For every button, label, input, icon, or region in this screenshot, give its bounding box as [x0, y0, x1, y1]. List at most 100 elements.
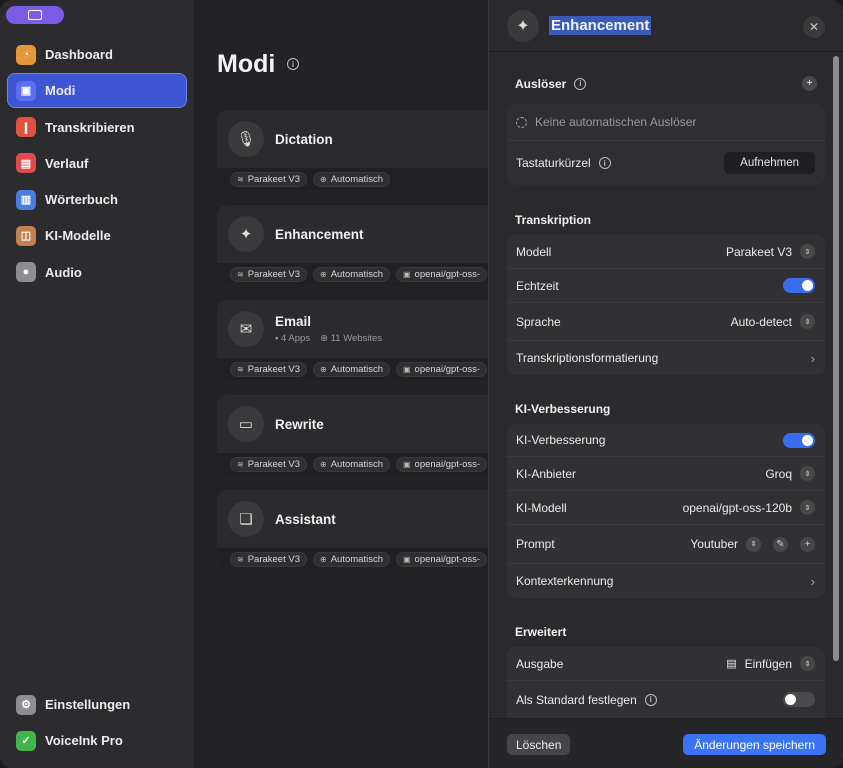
sidebar-item-woerterbuch[interactable]: ▥ Wörterbuch — [8, 183, 186, 216]
apps-count: ▪ 4 Apps — [275, 333, 311, 344]
websites-count: ⊕ 11 Websites — [320, 333, 383, 344]
formatting-row[interactable]: Transkriptionsformatierung › — [507, 341, 825, 375]
sidebar-item-label: Audio — [45, 264, 82, 280]
scrollbar[interactable] — [833, 56, 839, 661]
sidebar-item-modi[interactable]: ▣ Modi — [7, 73, 187, 109]
close-button[interactable]: ✕ — [803, 16, 825, 38]
sidebar-item-transkribieren[interactable]: ❙ Transkribieren — [8, 111, 186, 144]
info-icon[interactable]: i — [574, 77, 587, 90]
info-icon[interactable]: i — [287, 58, 299, 70]
language-select[interactable]: Auto-detect ⇕ — [731, 314, 815, 329]
record-shortcut-button[interactable]: Aufnehmen — [724, 152, 815, 174]
realtime-toggle[interactable] — [783, 278, 815, 293]
output-select[interactable]: ▤ Einfügen ⇕ — [726, 656, 815, 671]
add-prompt-button[interactable]: + — [800, 536, 815, 552]
language-chip: ⊕ Automatisch — [313, 171, 390, 187]
default-toggle[interactable] — [783, 692, 815, 707]
triggers-group: Keine automatischen Auslöser Tastaturkür… — [507, 104, 825, 185]
context-row[interactable]: Kontexterkennung › — [507, 564, 825, 598]
ai-model-chip: ▣ openai/gpt-oss- — [395, 456, 488, 472]
ai-provider-select[interactable]: Groq ⇕ — [765, 466, 815, 481]
dictionary-icon: ▥ — [16, 189, 36, 210]
language-row: Sprache Auto-detect ⇕ — [507, 303, 825, 341]
mic-icon: ● — [16, 262, 36, 283]
mode-card-assistant[interactable]: ❏ Assistant ≋ Parakeet V3 ⊕ Automatisch ▣ o… — [217, 490, 507, 570]
sidebar-item-ki-modelle[interactable]: ◫ KI-Modelle — [8, 219, 186, 252]
sidebar: ◔ Dashboard ▣ Modi ❙ Transkribieren ▤ Ve… — [0, 0, 195, 768]
mode-name: Dictation — [275, 131, 333, 147]
envelope-icon: ✉ — [228, 311, 264, 347]
modes-list-pane: Modi i 🎙 Dictation ≋ Parakeet V3 ⊕ Automat… — [196, 0, 507, 768]
mode-card-enhancement[interactable]: ✦ Enhancement ≋ Parakeet V3 ⊕ Automatisch … — [217, 205, 507, 285]
sidebar-item-verlauf[interactable]: ▤ Verlauf — [8, 147, 186, 180]
pencil-icon: ✎ — [776, 538, 785, 550]
sidebar-item-einstellungen[interactable]: ⚙ Einstellungen — [8, 688, 186, 721]
sidebar-item-label: Dashboard — [45, 47, 113, 62]
edit-prompt-button[interactable]: ✎ — [773, 536, 788, 552]
mode-card-rewrite[interactable]: ▭ Rewrite ≋ Parakeet V3 ⊕ Automatisch ▣ ope… — [217, 395, 507, 475]
model-label: Modell — [516, 244, 552, 259]
chip-icon: ▣ — [402, 459, 411, 469]
waveform-icon: ≋ — [237, 174, 244, 184]
ai-model-chip: ▣ openai/gpt-oss- — [395, 361, 488, 377]
add-trigger-button[interactable]: + — [802, 76, 817, 91]
sidebar-item-dashboard[interactable]: ◔ Dashboard — [8, 38, 186, 71]
globe-icon: ⊕ — [320, 364, 327, 374]
chat-bubble-icon: ▭ — [228, 406, 264, 442]
mode-card-dictation[interactable]: 🎙 Dictation ≋ Parakeet V3 ⊕ Automatisch — [217, 110, 507, 190]
globe-icon: ⊕ — [320, 554, 327, 564]
sidebar-item-voiceink-pro[interactable]: ✓ VoiceInk Pro — [8, 724, 186, 757]
mic-icon: 🎙 — [228, 121, 264, 157]
chevron-updown-icon: ⇕ — [800, 466, 815, 481]
delete-button[interactable]: Löschen — [507, 734, 571, 755]
info-icon[interactable]: i — [598, 157, 611, 169]
ai-model-select[interactable]: openai/gpt-oss-120b ⇕ — [683, 500, 815, 515]
mode-name: Email — [275, 314, 312, 329]
section-title: Erweitert — [515, 625, 567, 639]
mode-name: Rewrite — [275, 416, 324, 432]
section-title: KI-Verbesserung — [515, 402, 611, 416]
ai-model-chip: ▣ openai/gpt-oss- — [395, 266, 488, 282]
ai-model-row: KI-Modell openai/gpt-oss-120b ⇕ — [507, 491, 825, 525]
chevron-updown-icon: ⇕ — [800, 500, 815, 515]
sparkle-icon: ✦ — [228, 216, 264, 252]
ai-model-label: KI-Modell — [516, 500, 567, 515]
chip-icon: ▣ — [402, 554, 411, 564]
language-chip: ⊕ Automatisch — [313, 456, 390, 472]
chip-icon: ▣ — [402, 364, 411, 374]
ai-enable-row: KI-Verbesserung — [507, 424, 825, 457]
sidebar-item-label: Transkribieren — [45, 119, 135, 135]
mode-card-email[interactable]: ✉ Email ▪ 4 Apps ⊕ 11 Websites ≋ Parakeet… — [217, 300, 507, 380]
sidebar-item-label: Einstellungen — [45, 697, 131, 712]
chip-icon: ▣ — [402, 269, 411, 279]
shortcut-label: Tastaturkürzel — [516, 156, 591, 170]
prompt-select[interactable]: Youtuber ⇕ — [690, 536, 761, 552]
gear-icon: ⚙ — [16, 694, 36, 715]
ai-model-chip: ▣ openai/gpt-oss- — [395, 551, 488, 567]
app-window: ◔ Dashboard ▣ Modi ❙ Transkribieren ▤ Ve… — [0, 0, 843, 768]
info-icon[interactable]: i — [644, 693, 657, 706]
advanced-group: Ausgabe ▤ Einfügen ⇕ Als Standard festlege… — [507, 647, 825, 718]
ai-models-icon: ◫ — [16, 225, 36, 246]
globe-icon: ⊕ — [320, 269, 327, 279]
sidebar-item-label: Verlauf — [45, 155, 89, 171]
modes-icon: ▣ — [16, 80, 36, 101]
waveform-icon: ❙ — [16, 117, 36, 138]
sidebar-item-audio[interactable]: ● Audio — [8, 256, 186, 289]
save-changes-button[interactable]: Änderungen speichern — [683, 734, 826, 755]
history-icon: ▤ — [16, 153, 36, 174]
model-select[interactable]: Parakeet V3 ⇕ — [726, 244, 815, 259]
conversation-icon: ❏ — [228, 501, 264, 537]
section-title: Auslöser — [515, 76, 567, 91]
plus-icon: + — [804, 538, 811, 550]
waveform-icon: ≋ — [237, 459, 244, 469]
ai-enable-toggle[interactable] — [783, 432, 815, 448]
chevron-updown-icon: ⇕ — [746, 536, 761, 552]
language-chip: ⊕ Automatisch — [313, 551, 390, 567]
chevron-updown-icon: ⇕ — [800, 656, 815, 671]
sidebar-toggle-button[interactable] — [6, 6, 64, 24]
sidebar-item-label: KI-Modelle — [45, 228, 111, 244]
no-triggers-text: Keine automatischen Auslöser — [535, 115, 697, 129]
panel-title[interactable]: Enhancement — [549, 16, 652, 35]
ai-section-header: KI-Verbesserung — [515, 402, 610, 416]
